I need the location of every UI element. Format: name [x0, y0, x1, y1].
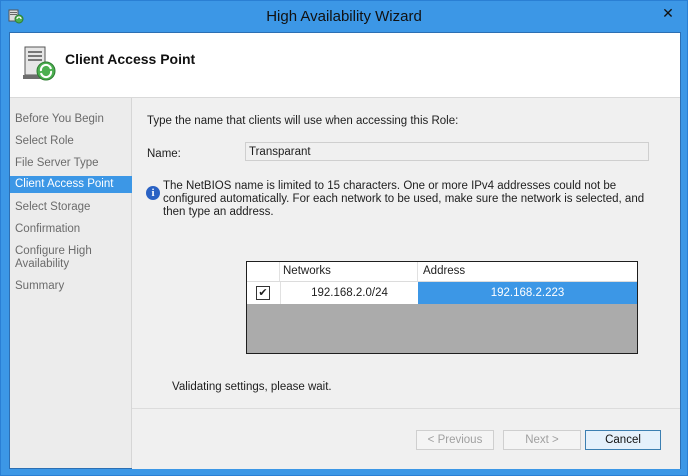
previous-button[interactable]: < Previous — [416, 430, 494, 450]
button-bar: < Previous Next > Cancel — [132, 408, 680, 469]
address-cell[interactable]: 192.168.2.223 — [418, 282, 637, 304]
table-row[interactable]: ✔ 192.168.2.0/24 192.168.2.223 — [247, 282, 637, 304]
title-bar[interactable]: High Availability Wizard ✕ — [1, 1, 687, 32]
network-cell: 192.168.2.0/24 — [280, 282, 418, 304]
nav-item-client-access-point[interactable]: Client Access Point — [10, 176, 133, 193]
nav-item-confirmation[interactable]: Confirmation — [10, 223, 133, 236]
close-button[interactable]: ✕ — [653, 3, 683, 23]
cancel-button[interactable]: Cancel — [585, 430, 661, 450]
page-header: Client Access Point — [10, 33, 680, 98]
info-icon: i — [146, 186, 160, 200]
cluster-server-icon — [23, 46, 56, 81]
next-button[interactable]: Next > — [503, 430, 581, 450]
instruction-text: Type the name that clients will use when… — [147, 115, 459, 127]
nav-item-before-you-begin[interactable]: Before You Begin — [10, 113, 133, 126]
network-checkbox[interactable]: ✔ — [256, 286, 270, 300]
nav-item-file-server-type[interactable]: File Server Type — [10, 157, 133, 170]
status-text: Validating settings, please wait. — [172, 381, 332, 393]
networks-column-header[interactable]: Networks — [280, 262, 418, 281]
address-column-header[interactable]: Address — [418, 262, 637, 281]
networks-table[interactable]: Networks Address ✔ 192.168.2.0/24 192.16… — [246, 261, 638, 354]
name-label: Name: — [147, 148, 181, 160]
wizard-window: High Availability Wizard ✕ Client Access… — [0, 0, 688, 476]
name-field[interactable]: Transparant — [245, 142, 649, 161]
wizard-content: Type the name that clients will use when… — [132, 98, 680, 408]
nav-item-select-storage[interactable]: Select Storage — [10, 201, 133, 214]
wizard-step-nav: Before You Begin Select Role File Server… — [10, 98, 133, 468]
page-title: Client Access Point — [65, 51, 196, 67]
checkbox-column-header — [247, 262, 280, 281]
nav-item-select-role[interactable]: Select Role — [10, 135, 133, 148]
table-header: Networks Address — [247, 262, 637, 282]
info-message: The NetBIOS name is limited to 15 charac… — [163, 180, 645, 218]
window-title: High Availability Wizard — [266, 8, 422, 25]
wizard-client-area: Client Access Point Before You Begin Sel… — [9, 32, 681, 469]
nav-item-configure-high-availability[interactable]: Configure High Availability — [10, 245, 105, 271]
nav-item-summary[interactable]: Summary — [10, 280, 133, 293]
